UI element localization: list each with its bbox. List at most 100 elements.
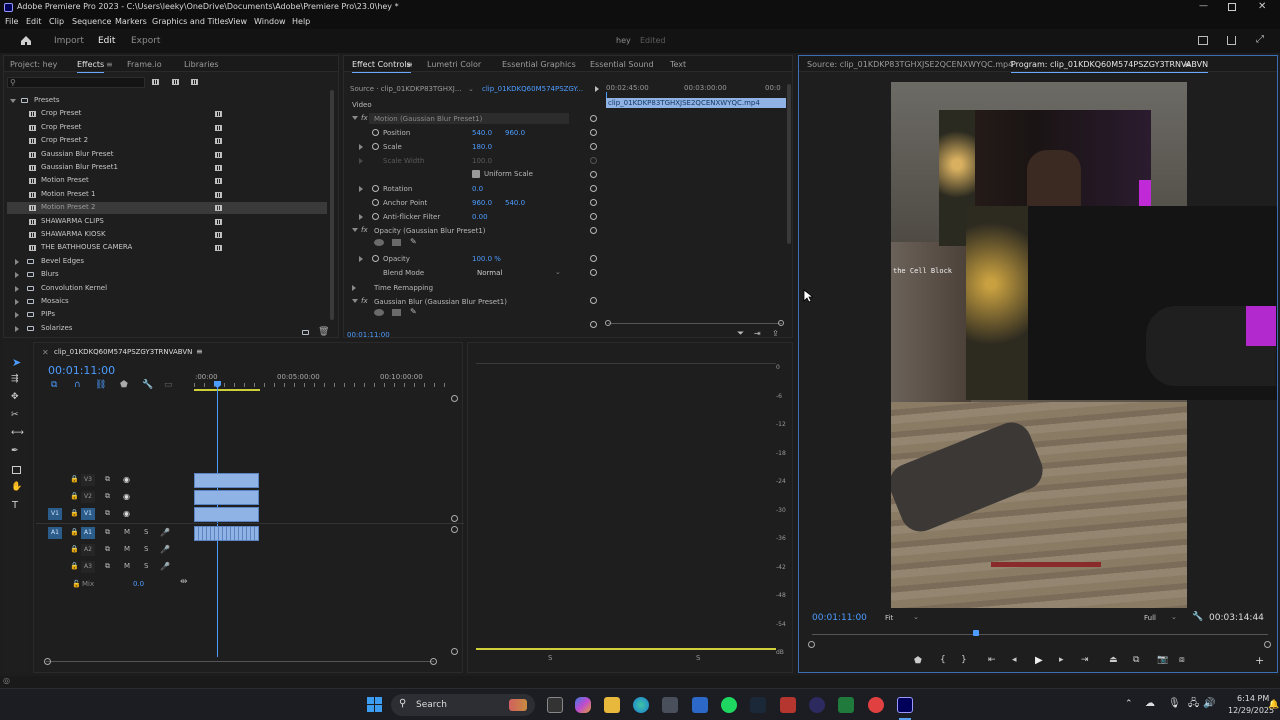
preset-item[interactable]: SHAWARMA KIOSK (7, 229, 327, 241)
preset-item[interactable]: Motion Preset (7, 175, 327, 187)
solo-track-button[interactable]: S (144, 546, 148, 553)
add-marker-icon[interactable]: ⬟ (120, 381, 128, 390)
lock-mix-icon[interactable]: 🔓 (72, 581, 81, 588)
play-icon[interactable]: ▶ (1035, 656, 1043, 666)
status-icon[interactable]: ◎ (3, 677, 10, 685)
go-to-out-icon[interactable]: ⇥ (1081, 656, 1089, 665)
minimize-icon[interactable]: — (1199, 2, 1208, 11)
reset-parameter-icon[interactable] (590, 297, 597, 304)
program-timecode[interactable]: 00:01:11:00 (812, 614, 867, 623)
rotation-stopwatch-icon[interactable] (372, 185, 379, 192)
gaussian-ellipse-mask-icon[interactable] (374, 309, 384, 316)
tab-program-monitor[interactable]: Program: clip_01KDKQ60M574PSZGY3TRNVABVN (1011, 60, 1209, 73)
tray-chevron-icon[interactable]: ⌃ (1125, 700, 1133, 709)
anchor-stopwatch-icon[interactable] (372, 199, 379, 206)
track-target-v1[interactable]: V1 (81, 508, 95, 520)
clip-v3[interactable] (194, 473, 259, 488)
microphone-icon[interactable]: 🎙 (1168, 699, 1181, 709)
gaussian-rect-mask-icon[interactable] (392, 309, 401, 316)
effects-root-presets[interactable]: Presets (7, 95, 327, 107)
reset-parameter-icon[interactable] (590, 227, 597, 234)
program-playhead[interactable] (973, 630, 980, 636)
menu-clip[interactable]: Clip (49, 18, 64, 26)
quality-chevron-icon[interactable]: ⌄ (1171, 614, 1177, 621)
excel-icon[interactable] (838, 697, 854, 713)
timeline-zoom-left[interactable] (44, 658, 51, 665)
reset-parameter-icon[interactable] (590, 157, 597, 164)
tab-source-monitor[interactable]: Source: clip_01KDKP83TGHXJSE2QCENXWYQC.m… (807, 60, 1013, 69)
clock-time[interactable]: 6:14 PM (1237, 695, 1269, 703)
mute-track-button[interactable]: M (124, 563, 130, 570)
expand-opacity-group-icon[interactable] (352, 228, 358, 232)
tab-edit[interactable]: Edit (98, 37, 115, 46)
captions-icon[interactable]: ▭ (164, 381, 173, 390)
tf-icon[interactable] (780, 697, 796, 713)
dark-overlay-clip[interactable] (966, 206, 1277, 400)
preset-item[interactable]: Crop Preset (7, 122, 327, 134)
expand-gaussian-icon[interactable] (352, 299, 358, 303)
wrench-icon[interactable]: 🔧 (1192, 613, 1203, 622)
voiceover-record-icon[interactable]: 🎤 (160, 563, 170, 571)
32bit-effects-icon[interactable] (172, 79, 179, 85)
program-scrub-bar[interactable] (812, 634, 1268, 635)
track-target-a2[interactable]: A2 (81, 544, 95, 556)
expand-antiflicker-icon[interactable] (359, 214, 363, 220)
rectangle-mask-icon[interactable] (392, 239, 401, 246)
preset-item[interactable]: THE BATHHOUSE CAMERA (7, 242, 327, 254)
step-back-icon[interactable]: ◂ (1012, 656, 1017, 665)
reset-parameter-icon[interactable] (590, 321, 597, 328)
sync-lock-icon[interactable]: ⧉ (105, 529, 110, 536)
timeline-timecode[interactable]: 00:01:11:00 (48, 365, 115, 376)
close-sequence-icon[interactable]: ✕ (42, 349, 49, 357)
volume-icon[interactable]: 🔊 (1203, 699, 1215, 709)
tab-effects[interactable]: Effects (77, 60, 105, 73)
timeline-settings-icon[interactable]: 🔧 (142, 381, 153, 390)
reset-parameter-icon[interactable] (590, 129, 597, 136)
premiere-taskbar-icon[interactable] (897, 697, 913, 713)
tab-text[interactable]: Text (670, 60, 686, 69)
vertical-zoom-bottom[interactable] (451, 648, 458, 655)
comparison-view-icon[interactable]: ⧈ (1179, 656, 1185, 665)
steam-icon[interactable] (750, 697, 766, 713)
pen-tool-icon[interactable]: ✒ (11, 447, 19, 456)
timeline-zoom-right[interactable] (430, 658, 437, 665)
sync-lock-icon[interactable]: ⧉ (105, 546, 110, 553)
expand-motion-icon[interactable] (352, 116, 358, 120)
clip-v2[interactable] (194, 490, 259, 505)
effects-folder-item[interactable]: Convolution Kernel (7, 283, 327, 295)
ec-zoom-handle-right[interactable] (778, 320, 784, 326)
linked-selection-icon[interactable]: ⛓ (95, 381, 106, 390)
rotation-value[interactable]: 0.0 (472, 186, 483, 193)
expand-opacity-icon[interactable] (359, 256, 363, 262)
antiflicker-stopwatch-icon[interactable] (372, 213, 379, 220)
share-icon[interactable] (1227, 36, 1236, 45)
expand-folder-icon[interactable] (15, 285, 19, 292)
voiceover-record-icon[interactable]: 🎤 (160, 529, 170, 537)
reset-parameter-icon[interactable] (590, 213, 597, 220)
effects-search-input[interactable]: ⚲ (7, 77, 145, 88)
tab-lumetri[interactable]: Lumetri Color (427, 60, 481, 69)
menu-view[interactable]: View (228, 18, 247, 26)
yuv-effects-icon[interactable] (191, 79, 198, 85)
scale-value[interactable]: 180.0 (472, 144, 492, 151)
panel-menu-icon[interactable]: ≡ (106, 60, 113, 69)
reset-parameter-icon[interactable] (590, 115, 597, 122)
close-icon[interactable]: ✕ (1258, 2, 1266, 12)
mute-track-button[interactable]: M (124, 546, 130, 553)
preset-item[interactable]: Crop Preset (7, 108, 327, 120)
sync-lock-icon[interactable]: ⧉ (105, 563, 110, 570)
slip-tool-icon[interactable]: ⟷ (11, 429, 24, 438)
sync-lock-icon[interactable]: ⧉ (105, 510, 110, 517)
effects-scrollbar[interactable] (330, 90, 334, 320)
source-patch-v1[interactable]: V1 (48, 508, 62, 520)
clip-a1[interactable] (194, 526, 259, 541)
chevron-down-icon[interactable]: ⌄ (468, 86, 474, 93)
tab-essential-sound[interactable]: Essential Sound (590, 60, 654, 69)
solo-track-button[interactable]: S (144, 563, 148, 570)
extract-icon[interactable]: ⧉ (1133, 656, 1139, 665)
ec-export-icon[interactable]: ⇥ (754, 330, 761, 338)
vertical-zoom-top[interactable] (451, 395, 458, 402)
nest-icon[interactable]: ⧉ (51, 381, 57, 390)
button-editor-icon[interactable]: + (1255, 655, 1264, 666)
anchor-x-value[interactable]: 960.0 (472, 200, 492, 207)
